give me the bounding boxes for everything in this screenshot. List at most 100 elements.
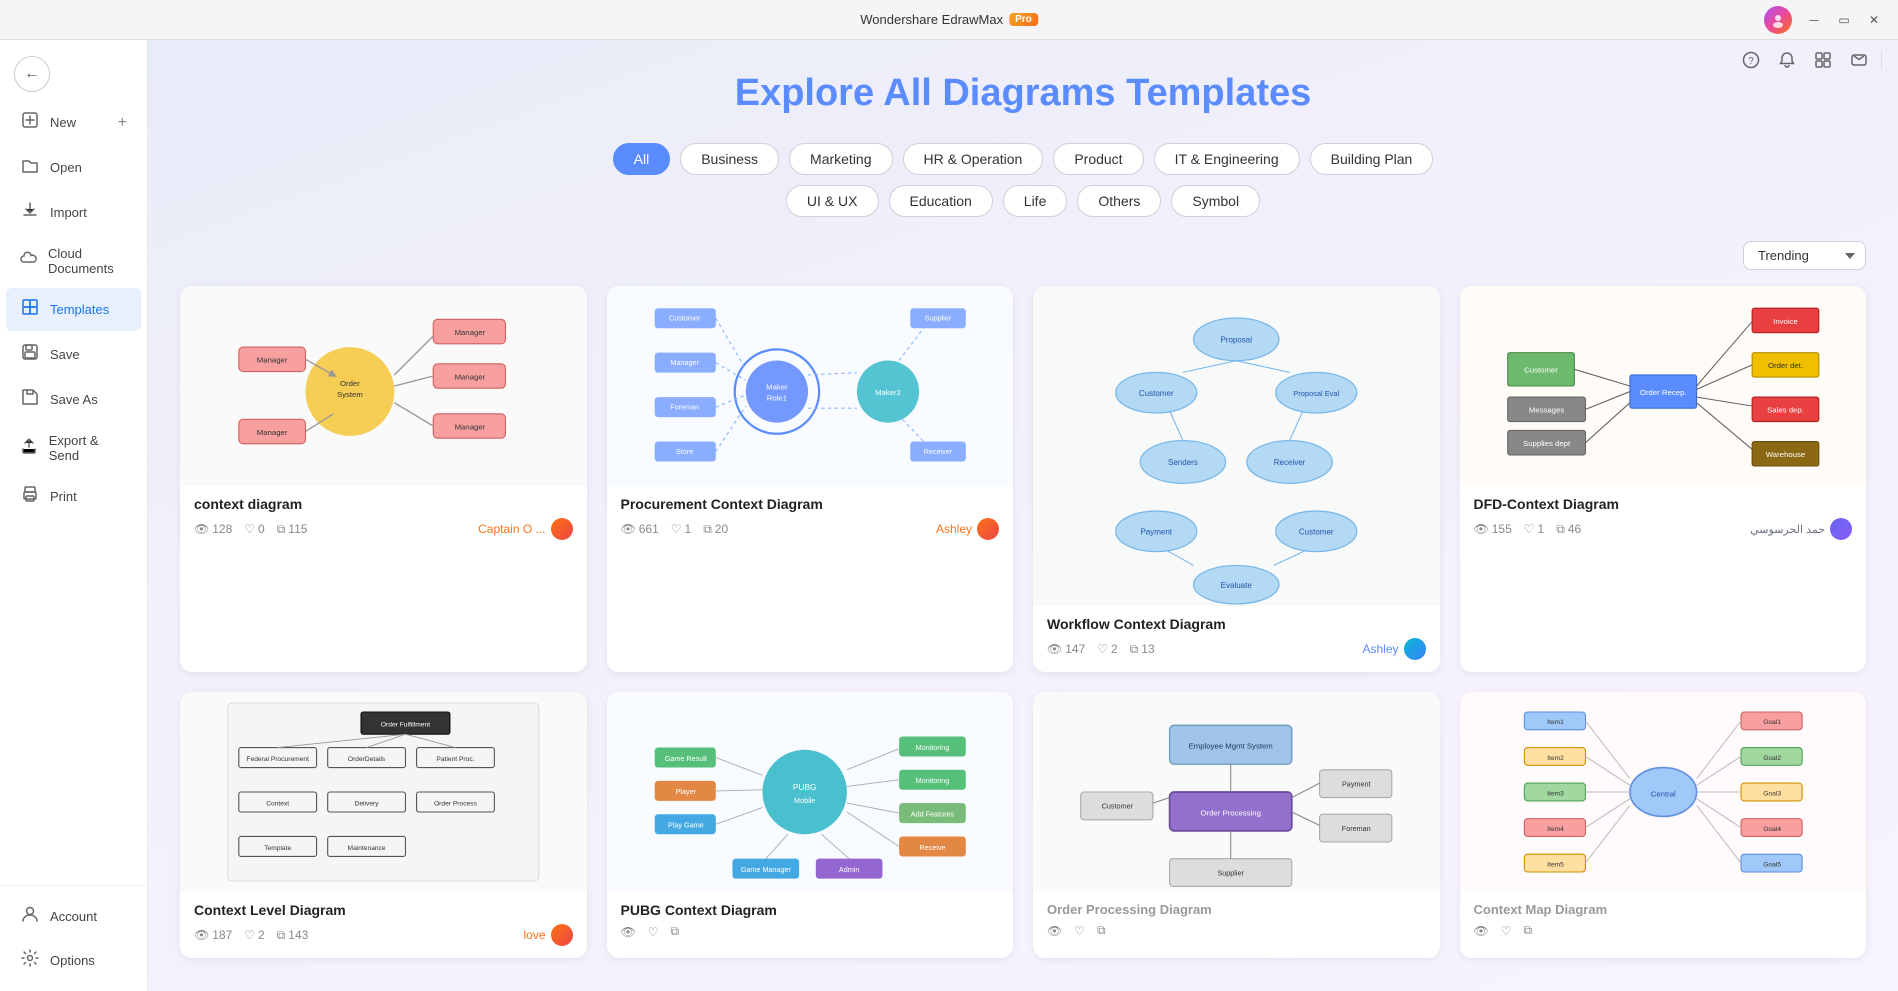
sort-dropdown[interactable]: Trending Most Recent Most Popular — [1743, 241, 1866, 270]
svg-text:Receiver: Receiver — [1274, 458, 1306, 467]
card-title-3: Workflow Context Diagram — [1047, 616, 1426, 632]
filter-marketing[interactable]: Marketing — [789, 143, 892, 175]
filter-symbol[interactable]: Symbol — [1171, 185, 1260, 217]
toolbar-divider — [1881, 50, 1882, 70]
back-button[interactable]: ← — [14, 56, 50, 92]
svg-text:PUBG: PUBG — [792, 782, 816, 792]
card-thumb-7: Employee Mgmt System Order Processing Cu… — [1033, 692, 1440, 892]
sidebar-item-options[interactable]: Options — [6, 939, 141, 982]
card-thumb-3: Proposal Customer Proposal Eval Senders … — [1033, 286, 1440, 606]
template-card-6[interactable]: Game Result Player Play Game PUBG Mobile… — [607, 692, 1014, 958]
svg-text:Goal3: Goal3 — [1763, 790, 1781, 797]
filter-business[interactable]: Business — [680, 143, 779, 175]
filter-product[interactable]: Product — [1053, 143, 1143, 175]
filter-others[interactable]: Others — [1077, 185, 1161, 217]
sidebar-item-export[interactable]: Export & Send — [6, 423, 141, 473]
template-card-3[interactable]: Proposal Customer Proposal Eval Senders … — [1033, 286, 1440, 672]
sidebar-item-new[interactable]: New + — [6, 101, 141, 144]
sidebar-item-print[interactable]: Print — [6, 475, 141, 518]
likes-8: ♡ — [1501, 924, 1512, 938]
filter-building[interactable]: Building Plan — [1310, 143, 1434, 175]
svg-text:Item1: Item1 — [1547, 719, 1564, 726]
titlebar-right: ─ ▭ ✕ — [1764, 6, 1882, 34]
svg-text:Add Features: Add Features — [910, 809, 954, 818]
sidebar-item-import[interactable]: Import — [6, 191, 141, 234]
card-thumb-8: Central Goal1 Goal2 Goal3 Goal4 Goal5 — [1460, 692, 1867, 892]
maximize-button[interactable]: ▭ — [1836, 12, 1852, 28]
card-info-1: context diagram 👁 128 ♡ 0 ⧉ 115 Captain … — [180, 486, 587, 552]
user-avatar[interactable] — [1764, 6, 1792, 34]
likes-6: ♡ — [648, 925, 659, 939]
card-meta-2: 👁 661 ♡ 1 ⧉ 20 Ashley — [621, 518, 1000, 540]
card-meta-8: 👁 ♡ ⧉ — [1474, 923, 1853, 938]
card-title-7: Order Processing Diagram — [1047, 902, 1426, 917]
account-icon — [20, 905, 40, 928]
svg-text:Foreman: Foreman — [670, 402, 699, 411]
filter-all[interactable]: All — [613, 143, 671, 175]
help-icon[interactable]: ? — [1737, 46, 1765, 74]
minimize-button[interactable]: ─ — [1806, 12, 1822, 28]
filter-hr[interactable]: HR & Operation — [903, 143, 1044, 175]
filter-life[interactable]: Life — [1003, 185, 1068, 217]
svg-text:Role1: Role1 — [766, 393, 786, 402]
sidebar-item-cloud[interactable]: Cloud Documents — [6, 236, 141, 286]
card-thumb-1: Order System Manager Manager Manager Man… — [180, 286, 587, 486]
template-card-1[interactable]: Order System Manager Manager Manager Man… — [180, 286, 587, 672]
card-info-5: Context Level Diagram 👁 187 ♡ 2 ⧉ 143 lo… — [180, 892, 587, 958]
svg-text:Context: Context — [266, 800, 289, 807]
template-card-4[interactable]: Customer Order Recep. Invoice Order det.… — [1460, 286, 1867, 672]
app-body: ← New + Open Import Cloud Document — [0, 40, 1898, 991]
card-title-6: PUBG Context Diagram — [621, 902, 1000, 918]
svg-text:Federal Procurement: Federal Procurement — [246, 756, 309, 763]
new-plus-icon: + — [118, 114, 127, 132]
card-meta-4: 👁 155 ♡ 1 ⧉ 46 حمد الحرسوسي — [1474, 518, 1853, 540]
template-card-2[interactable]: Maker Role1 Maker2 Supplier Receiver Cus… — [607, 286, 1014, 672]
author-avatar-2 — [977, 518, 999, 540]
svg-text:Proposal: Proposal — [1220, 336, 1252, 345]
cloud-label: Cloud Documents — [48, 246, 127, 276]
svg-text:Customer: Customer — [1524, 366, 1558, 375]
sidebar-item-saveas[interactable]: Save As — [6, 378, 141, 421]
options-icon — [20, 949, 40, 972]
svg-text:Goal1: Goal1 — [1763, 719, 1781, 726]
card-author-3: Ashley — [1362, 638, 1425, 660]
template-card-5[interactable]: Order Fulfillment Federal Procurement Or… — [180, 692, 587, 958]
svg-text:Template: Template — [264, 845, 291, 852]
saveas-label: Save As — [50, 392, 98, 407]
views-6: 👁 — [621, 925, 636, 939]
template-card-7[interactable]: Employee Mgmt System Order Processing Cu… — [1033, 692, 1440, 958]
share-icon[interactable] — [1845, 46, 1873, 74]
sidebar-item-account[interactable]: Account — [6, 895, 141, 938]
export-icon — [20, 437, 39, 460]
sidebar-item-open[interactable]: Open — [6, 146, 141, 189]
copies-6: ⧉ — [671, 924, 680, 939]
svg-text:Item4: Item4 — [1547, 826, 1564, 833]
svg-text:Sales dep.: Sales dep. — [1767, 406, 1804, 415]
template-card-8[interactable]: Central Goal1 Goal2 Goal3 Goal4 Goal5 — [1460, 692, 1867, 958]
svg-text:Manager: Manager — [455, 328, 486, 337]
views-2: 👁 661 — [621, 522, 659, 536]
svg-text:Order det.: Order det. — [1767, 361, 1802, 370]
svg-text:Customer: Customer — [669, 313, 701, 322]
copies-8: ⧉ — [1524, 923, 1533, 938]
svg-text:Maker2: Maker2 — [875, 388, 901, 397]
close-button[interactable]: ✕ — [1866, 12, 1882, 28]
titlebar-center: Wondershare EdrawMax Pro — [860, 12, 1038, 27]
filter-education[interactable]: Education — [889, 185, 993, 217]
sidebar-item-save[interactable]: Save — [6, 333, 141, 376]
sidebar-item-templates[interactable]: Templates — [6, 288, 141, 331]
svg-text:Foreman: Foreman — [1342, 824, 1371, 833]
notification-icon[interactable] — [1773, 46, 1801, 74]
svg-text:Monitoring: Monitoring — [915, 743, 949, 752]
card-author-1: Captain O ... — [478, 518, 572, 540]
export-label: Export & Send — [49, 433, 127, 463]
svg-text:Customer: Customer — [1299, 528, 1334, 537]
svg-text:Maintenance: Maintenance — [348, 845, 386, 852]
sort-row: Trending Most Recent Most Popular — [180, 241, 1866, 270]
grid-icon[interactable] — [1809, 46, 1837, 74]
title-plain: Explore — [735, 72, 884, 114]
likes-1: ♡ 0 — [244, 522, 264, 536]
svg-text:Payment: Payment — [1140, 528, 1172, 537]
filter-ui[interactable]: UI & UX — [786, 185, 879, 217]
filter-it[interactable]: IT & Engineering — [1154, 143, 1300, 175]
